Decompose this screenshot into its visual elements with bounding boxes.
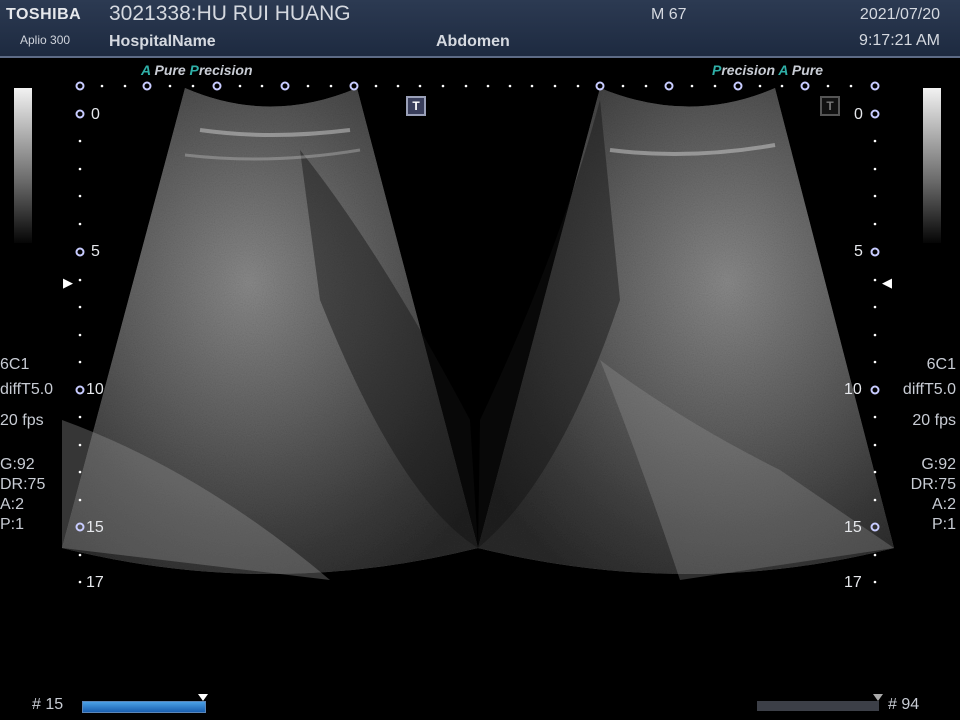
right-params: 6C1 diffT5.0 20 fps (903, 354, 956, 432)
left-depth-10: 10 (86, 381, 104, 398)
left-depth-0: 0 (91, 106, 100, 123)
left-params: 6C1 diffT5.0 20 fps (0, 354, 53, 432)
right-a-value: A:2 (931, 496, 956, 513)
left-brandmark: A Pure Precision (141, 62, 253, 78)
right-brandmark: Precision A Pure (712, 62, 824, 78)
left-probe: 6C1 (0, 356, 30, 373)
right-inactive-image-marker[interactable]: T (820, 96, 840, 116)
right-cine-bar[interactable] (757, 701, 879, 711)
left-p-value: P:1 (0, 516, 25, 533)
left-gain: G:92 (0, 456, 35, 473)
right-depth-5: 5 (854, 243, 863, 260)
left-frame-number: # 15 (32, 696, 64, 713)
right-depth-15: 15 (844, 519, 862, 536)
right-framerate: 20 fps (912, 412, 956, 429)
left-cine-bar[interactable] (82, 701, 206, 713)
left-a-value: A:2 (0, 496, 25, 513)
left-gain-block: G:92 DR:75 A:2 P:1 (0, 455, 45, 535)
left-depth-5: 5 (91, 243, 100, 260)
right-gain-block: G:92 DR:75 A:2 P:1 (911, 455, 956, 535)
left-focus-marker: ▶ (63, 275, 73, 290)
ultrasound-view (62, 81, 894, 584)
left-depth-17: 17 (86, 574, 104, 591)
right-harmonic: diffT5.0 (902, 381, 956, 398)
right-gain: G:92 (921, 456, 956, 473)
left-framerate: 20 fps (0, 412, 44, 429)
left-harmonic: diffT5.0 (0, 381, 54, 398)
top-scale-dots (75, 81, 880, 91)
right-focus-marker: ◀ (882, 275, 892, 290)
right-grayscale-bar (923, 88, 941, 243)
right-p-value: P:1 (931, 516, 956, 533)
right-depth-10: 10 (844, 381, 862, 398)
right-cine-marker-icon[interactable] (873, 694, 883, 701)
left-depth-15: 15 (86, 519, 104, 536)
left-cine-marker-icon[interactable] (198, 694, 208, 701)
right-probe: 6C1 (926, 356, 956, 373)
left-dynamic-range: DR:75 (0, 476, 46, 493)
right-frame-number: # 94 (888, 696, 920, 713)
right-depth-0: 0 (854, 106, 863, 123)
right-depth-17: 17 (844, 574, 862, 591)
left-grayscale-bar (14, 88, 32, 243)
right-dynamic-range: DR:75 (910, 476, 956, 493)
left-active-image-marker[interactable]: T (406, 96, 426, 116)
